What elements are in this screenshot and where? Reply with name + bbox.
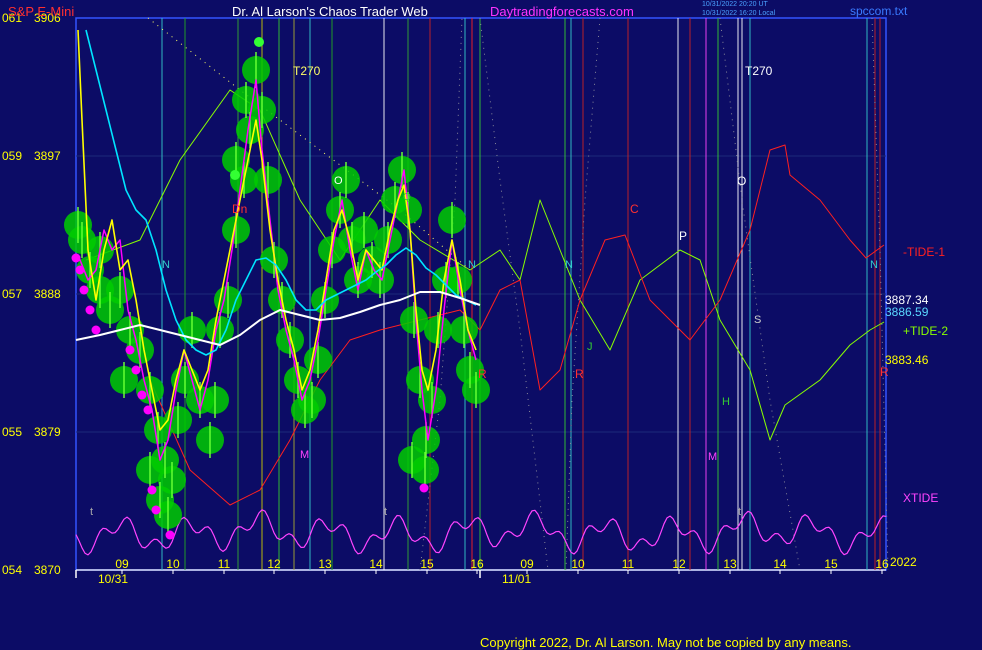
x-tick-label: 11: [218, 557, 231, 571]
magenta-marker: [79, 285, 89, 295]
page-title: Dr. Al Larson's Chaos Trader Web: [232, 4, 428, 19]
chart-annotation: O: [334, 175, 343, 187]
legend-tide2: +TIDE-2: [903, 324, 948, 338]
chart-annotation: T270: [293, 64, 321, 78]
magenta-marker: [143, 405, 153, 415]
x-tick-label: 14: [369, 557, 383, 571]
magenta-marker: [165, 530, 175, 540]
chart-annotation: t: [384, 506, 387, 518]
y-tick-price: 3888: [34, 287, 61, 301]
site-link[interactable]: Daytradingforecasts.com: [490, 4, 634, 19]
chart-annotation: H: [722, 396, 730, 408]
x-tick-label: 13: [318, 557, 332, 571]
x-tick-label: 12: [672, 557, 686, 571]
timestamp-ut: 10/31/2022 20:20 UT: [702, 1, 768, 8]
chart-window: 061 3906 059 3897 057 3888 055 3879 054 3870 T270 T…: [0, 0, 982, 650]
chart-annotation: M: [708, 451, 717, 463]
magenta-marker: [137, 390, 147, 400]
copyright-notice: Copyright 2022, Dr. Al Larson. May not b…: [480, 635, 852, 650]
chart-annotation: R: [880, 365, 889, 379]
x-tick-label: 13: [723, 557, 737, 571]
chart-annotation: Dn: [232, 202, 247, 216]
chart-annotation: R: [575, 367, 584, 381]
magenta-marker: [91, 325, 101, 335]
chart-annotation: P: [679, 229, 687, 243]
green-marker: [254, 37, 264, 47]
chart-annotation: Q: [403, 192, 411, 203]
chart-annotation: N: [468, 259, 476, 271]
magenta-marker: [85, 305, 95, 315]
x-tick-label: 16: [875, 557, 889, 571]
x-tick-label: 12: [267, 557, 281, 571]
magenta-marker: [71, 253, 81, 263]
x-tick-label: 10: [571, 557, 585, 571]
chart-annotation: N: [565, 259, 573, 271]
date-label: 11/01: [502, 572, 531, 586]
year-label: 2022: [890, 555, 917, 569]
chart-annotation: O: [737, 174, 746, 188]
chart-annotation: t: [738, 506, 741, 518]
timestamp-local: 10/31/2022 16:20 Local: [702, 10, 776, 17]
y-tick-code: 059: [2, 149, 22, 163]
chart-annotation: T270: [745, 64, 773, 78]
y-tick-price: 3870: [34, 563, 61, 577]
green-marker: [230, 170, 240, 180]
chart-annotation: M: [300, 449, 309, 461]
chart-annotation: N: [162, 259, 170, 271]
y-tick-code: 055: [2, 425, 22, 439]
price-value-label: 3886.59: [885, 305, 929, 319]
y-tick-price: 3879: [34, 425, 61, 439]
x-tick-label: 14: [773, 557, 787, 571]
y-tick-price: 3897: [34, 149, 61, 163]
chart-annotation: J: [587, 341, 593, 353]
magenta-marker: [151, 505, 161, 515]
xtide-series: [75, 509, 887, 556]
legend-tide1: -TIDE-1: [903, 245, 945, 259]
x-tick-label: 09: [115, 557, 129, 571]
price-chart: 061 3906059 3897057 3888055 3879054 3870T270 T…: [2, 11, 948, 586]
x-tick-label: 15: [824, 557, 838, 571]
chart-annotation: t: [90, 506, 93, 518]
chart-annotation: R: [478, 367, 487, 381]
price-value-label: 3883.46: [885, 353, 929, 367]
y-tick-code: 057: [2, 287, 22, 301]
x-tick-label: 11: [622, 557, 635, 571]
x-tick-label: 09: [520, 557, 534, 571]
magenta-marker: [131, 365, 141, 375]
magenta-marker: [147, 485, 157, 495]
legend-xtide: XTIDE: [903, 491, 938, 505]
x-tick-label: 16: [470, 557, 484, 571]
symbol-label: S&P E-Mini: [8, 4, 75, 19]
chart-annotation: N: [870, 259, 878, 271]
x-tick-label: 10: [166, 557, 180, 571]
x-tick-label: 15: [420, 557, 434, 571]
chart-annotation: C: [630, 202, 639, 216]
data-file-label: spccom.txt: [850, 4, 908, 18]
magenta-marker: [125, 345, 135, 355]
magenta-marker: [75, 265, 85, 275]
chart-annotation: S: [754, 314, 761, 326]
date-label: 10/31: [98, 572, 128, 586]
trend-dotted: [147, 17, 471, 271]
y-tick-code: 054: [2, 563, 22, 577]
magenta-marker: [419, 483, 429, 493]
tide1-series: [149, 144, 885, 506]
